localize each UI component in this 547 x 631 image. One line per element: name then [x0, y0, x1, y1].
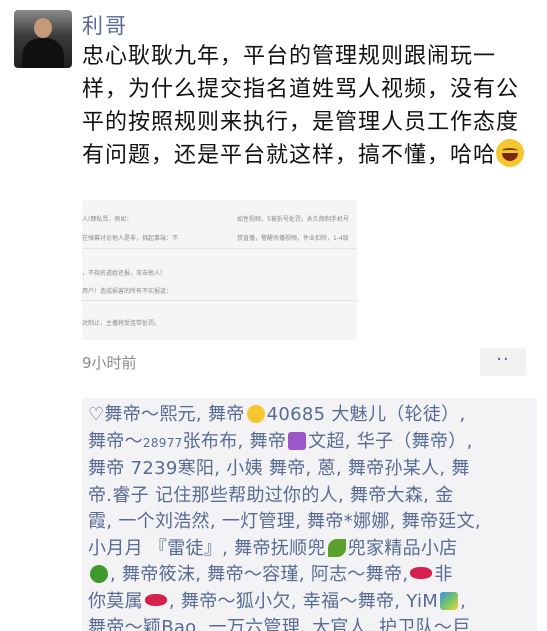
likes-list: ♡舞帝～熙元, 舞帝 40685 大魅儿（轮徒）, 舞帝～28977张布布, 舞帝… — [82, 398, 537, 631]
liker-names[interactable]: 小月月 『雷徒』, 舞帝抚顺兜 — [88, 538, 326, 559]
liker-names[interactable]: 40685 大魅儿（轮徒）, — [267, 404, 466, 425]
post-text: 忠心耿耿九年，平台的管理规则跟闹玩一样，为什么提交指名道姓骂人视频，没有公平的按… — [82, 40, 527, 172]
likes-line: ♡舞帝～熙元, 舞帝 40685 大魅儿（轮徒）, — [88, 402, 533, 429]
liker-names[interactable]: 舞帝～ — [88, 431, 143, 452]
kiss-face-icon — [246, 405, 265, 423]
more-dots-icon: ·· — [496, 349, 510, 370]
grinning-face-icon — [496, 139, 525, 167]
avatar-head — [34, 18, 52, 38]
shared-screenshot-image[interactable]: 人(肆私骂，例如： 如性视频，5被拆号处罚，永久限制手机号 在弹幕讨论他人是非，… — [82, 200, 357, 340]
likes-line: , 舞帝筱沫, 舞帝～容瑾, 阿志～舞帝, 非 — [88, 562, 533, 589]
avatar-body — [22, 38, 64, 68]
author-avatar[interactable] — [14, 10, 72, 68]
liker-names[interactable]: , — [460, 591, 466, 612]
liker-number: 28977 — [142, 435, 183, 450]
post-body: 忠心耿耿九年，平台的管理规则跟闹玩一样，为什么提交指名道姓骂人视频，没有公平的按… — [82, 44, 520, 168]
beginner-leaf-icon — [327, 538, 346, 557]
liker-names[interactable]: ♡舞帝～熙元, 舞帝 — [88, 404, 245, 425]
likes-line: 舞帝 7239寒阳, 小姨 舞帝, 蒽, 舞帝孙某人, 舞 — [88, 456, 533, 483]
likes-line: 舞帝～颖Bao, 一万六管理, 大官人, 护卫队～巨 — [88, 615, 533, 631]
liker-names[interactable]: , 舞帝～狐小欠, 幸福～舞帝, YiM — [169, 591, 438, 612]
likes-line: 你莫属 , 舞帝～狐小欠, 幸福～舞帝, YiM, — [88, 589, 533, 616]
likes-line: 舞帝～28977张布布, 舞帝 文超, 华子（舞帝）, — [88, 429, 533, 457]
likes-line: 帝.睿子 记住那些帮助过你的人, 舞帝大森, 金 — [88, 483, 533, 510]
music-note-icon — [288, 431, 307, 450]
lips-icon — [144, 593, 167, 606]
post-timestamp: 9小时前 — [82, 354, 137, 372]
liker-names[interactable]: 非 — [434, 564, 452, 585]
liker-names[interactable]: 兜家精品小店 — [348, 538, 458, 559]
four-leaf-clover-icon — [90, 565, 108, 583]
liker-names[interactable]: 舞帝～颖Bao, 一万六管理, 大官人, 护卫队～巨 — [88, 617, 471, 631]
liker-names[interactable]: 你莫属 — [88, 591, 143, 612]
liker-names[interactable]: 张布布, 舞帝 — [183, 431, 287, 452]
liker-names[interactable]: 霞, 一个刘浩然, 一灯管理, 舞帝*娜娜, 舞帝廷文, — [88, 511, 481, 532]
liker-names[interactable]: 舞帝 7239寒阳, 小姨 舞帝, 蒽, 舞帝孙某人, 舞 — [88, 458, 470, 479]
liker-names[interactable]: 文超, 华子（舞帝）, — [308, 431, 472, 452]
rainbow-icon — [440, 591, 459, 610]
liker-names[interactable]: , 舞帝筱沫, 舞帝～容瑾, 阿志～舞帝, — [110, 564, 408, 585]
more-actions-button[interactable]: ·· — [480, 348, 526, 376]
author-name[interactable]: 利哥 — [82, 10, 128, 40]
likes-line: 小月月 『雷徒』, 舞帝抚顺兜 兜家精品小店 — [88, 536, 533, 563]
likes-line: 霞, 一个刘浩然, 一灯管理, 舞帝*娜娜, 舞帝廷文, — [88, 509, 533, 536]
liker-names[interactable]: 帝.睿子 记住那些帮助过你的人, 舞帝大森, 金 — [88, 485, 454, 506]
lips-icon — [410, 567, 433, 579]
